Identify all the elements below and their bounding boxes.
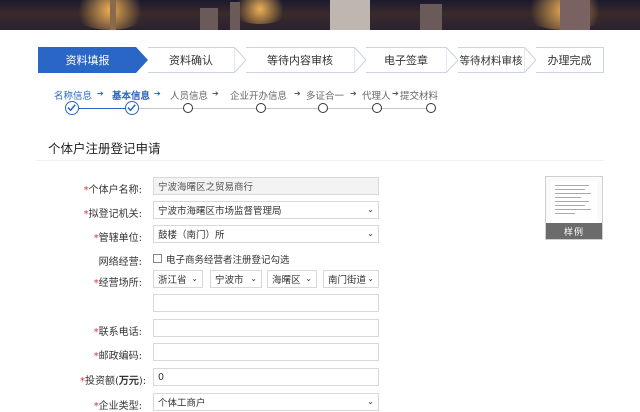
step-circle-done: [65, 101, 79, 115]
flow-step-confirm: 资料确认: [148, 47, 234, 73]
phone-input[interactable]: [153, 319, 379, 337]
arrow-right-icon: ➔: [212, 89, 219, 98]
process-flow: 资料填报 资料确认 等待内容审核 电子签章 等待材料审核 办理完成: [38, 47, 604, 73]
district-select[interactable]: 海曙区 ⌄: [267, 270, 317, 288]
company-type-select[interactable]: 个体工商户 ⌄: [153, 393, 379, 411]
step-circle: [426, 103, 436, 113]
company-type-label: *企业类型:: [93, 401, 142, 412]
sample-thumbnail[interactable]: 样例: [545, 176, 603, 240]
flow-step-esign: 电子签章: [366, 47, 446, 73]
sample-label: 样例: [546, 223, 602, 239]
sub-step-company-info[interactable]: 企业开办信息: [230, 88, 287, 102]
place-label: *经营场所:: [93, 278, 142, 289]
chevron-down-icon: ⌄: [367, 229, 374, 238]
progress-line-done: [72, 108, 132, 109]
step-circle: [318, 103, 328, 113]
postcode-label: *邮政编码:: [93, 351, 142, 362]
chevron-down-icon: ⌄: [367, 274, 374, 283]
sub-step-person-info[interactable]: 人员信息: [170, 88, 208, 102]
online-label: 网络经营:: [98, 257, 142, 268]
arrow-right-icon: ➔: [392, 89, 399, 98]
arrow-right-icon: ➔: [154, 89, 161, 98]
step-circle: [372, 103, 382, 113]
flow-step-content-review: 等待内容审核: [246, 47, 354, 73]
sub-step-submit[interactable]: 提交材料: [400, 88, 438, 102]
name-label: *个体户名称:: [83, 185, 142, 196]
arrow-right-icon: ➔: [294, 89, 301, 98]
investment-label: *投资额(万元):: [80, 376, 147, 387]
flow-step-done: 办理完成: [536, 47, 604, 73]
business-name-input[interactable]: 宁波海曙区之贸易商行: [153, 177, 379, 195]
sub-step-basic-info[interactable]: 基本信息: [112, 88, 150, 102]
chevron-down-icon: ⌄: [191, 274, 198, 283]
chevron-down-icon: ⌄: [305, 274, 312, 283]
flow-arrow-3: [354, 47, 366, 73]
sub-step-name-info[interactable]: 名称信息: [54, 88, 92, 102]
step-circle: [256, 103, 266, 113]
flow-arrow-4: [446, 47, 458, 73]
investment-input[interactable]: 0: [153, 368, 379, 386]
chevron-down-icon: ⌄: [367, 397, 374, 406]
flow-arrow-5: [524, 47, 536, 73]
unit-label: *管辖单位:: [93, 233, 142, 244]
flow-step-fill: 资料填报: [38, 47, 136, 73]
sub-step-multi-cert[interactable]: 多证合一: [306, 88, 344, 102]
arrow-right-icon: ➔: [97, 89, 104, 98]
page-title: 个体户注册登记申请: [48, 141, 161, 156]
ecommerce-checkbox-label: 电子商务经营者注册登记勾选: [166, 255, 290, 266]
chevron-down-icon: ⌄: [250, 274, 257, 283]
step-circle: [183, 103, 193, 113]
arrow-right-icon: ➔: [350, 89, 357, 98]
street-select[interactable]: 南门街道 ⌄: [323, 270, 379, 288]
city-select[interactable]: 宁波市 ⌄: [210, 270, 262, 288]
unit-select[interactable]: 鼓楼（南门）所 ⌄: [153, 225, 379, 243]
sub-step-agent[interactable]: 代理人: [362, 88, 391, 102]
postcode-input[interactable]: [153, 343, 379, 361]
divider: [36, 160, 604, 161]
chevron-down-icon: ⌄: [367, 205, 374, 214]
check-icon: [67, 104, 76, 112]
check-icon: [127, 104, 136, 112]
flow-arrow-2: [234, 47, 246, 73]
document-preview: [551, 181, 597, 223]
province-select[interactable]: 浙江省 ⌄: [153, 270, 203, 288]
flow-step-material-review: 等待材料审核: [458, 47, 524, 73]
flow-arrow-1: [136, 47, 148, 73]
header-banner: [0, 0, 640, 30]
authority-select[interactable]: 宁波市海曙区市场监督管理局 ⌄: [153, 201, 379, 219]
ecommerce-checkbox[interactable]: [153, 254, 162, 263]
phone-label: *联系电话:: [93, 327, 142, 338]
authority-label: *拟登记机关:: [83, 209, 142, 220]
address-detail-input[interactable]: [153, 294, 379, 312]
step-circle-current: [125, 101, 139, 115]
